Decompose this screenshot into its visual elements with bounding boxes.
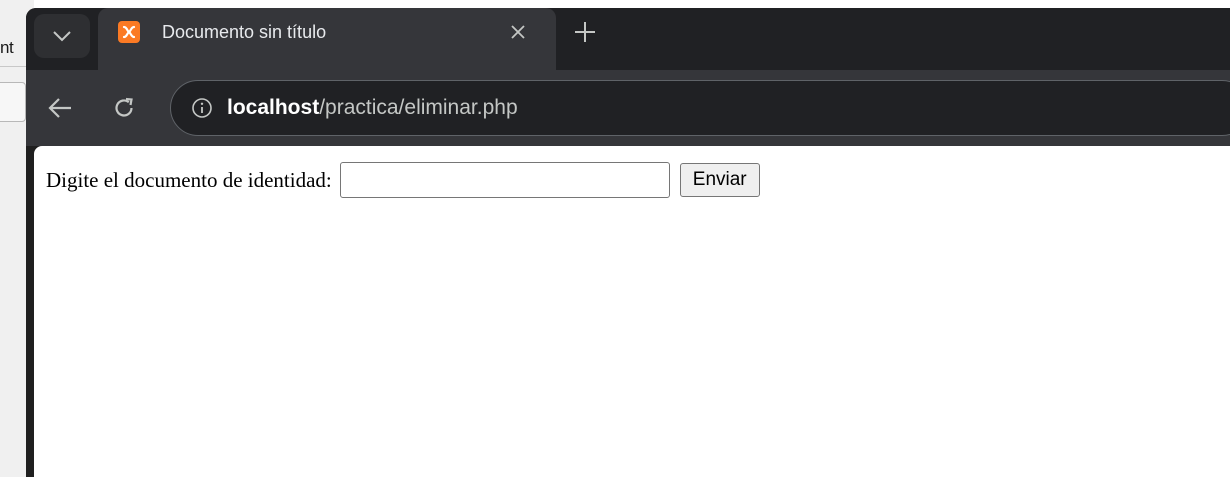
- tab-strip: Documento sin título: [26, 8, 1230, 70]
- background-window-field: [0, 82, 26, 122]
- close-icon[interactable]: [506, 20, 530, 44]
- reload-button[interactable]: [106, 90, 142, 126]
- plus-icon: [575, 22, 595, 42]
- document-input[interactable]: [339, 162, 670, 198]
- background-window-divider: [0, 66, 28, 67]
- address-bar[interactable]: localhost/practica/eliminar.php: [170, 80, 1230, 136]
- url-text[interactable]: localhost/practica/eliminar.php: [227, 96, 518, 120]
- chevron-down-icon: [53, 31, 71, 42]
- url-host: localhost: [227, 96, 320, 119]
- url-path: /practica/eliminar.php: [319, 96, 518, 119]
- submit-button[interactable]: Enviar: [679, 163, 760, 197]
- info-icon[interactable]: [190, 96, 214, 120]
- tab-title: Documento sin título: [162, 22, 327, 42]
- tab-search-button[interactable]: [34, 14, 90, 58]
- arrow-left-icon: [48, 98, 71, 118]
- xampp-icon: [118, 21, 140, 43]
- back-button[interactable]: [42, 90, 78, 126]
- active-tab[interactable]: Documento sin título: [98, 8, 556, 70]
- new-tab-button[interactable]: [570, 17, 600, 47]
- browser-toolbar: localhost/practica/eliminar.php: [26, 70, 1230, 146]
- browser-window: Documento sin título localhost/practica/…: [26, 8, 1230, 477]
- document-label: Digite el documento de identidad:: [46, 168, 332, 192]
- reload-icon: [115, 97, 133, 117]
- background-window-text: nt: [0, 38, 14, 57]
- document-form: Digite el documento de identidad: Enviar: [46, 162, 760, 198]
- page-viewport: Digite el documento de identidad: Enviar: [34, 146, 1230, 477]
